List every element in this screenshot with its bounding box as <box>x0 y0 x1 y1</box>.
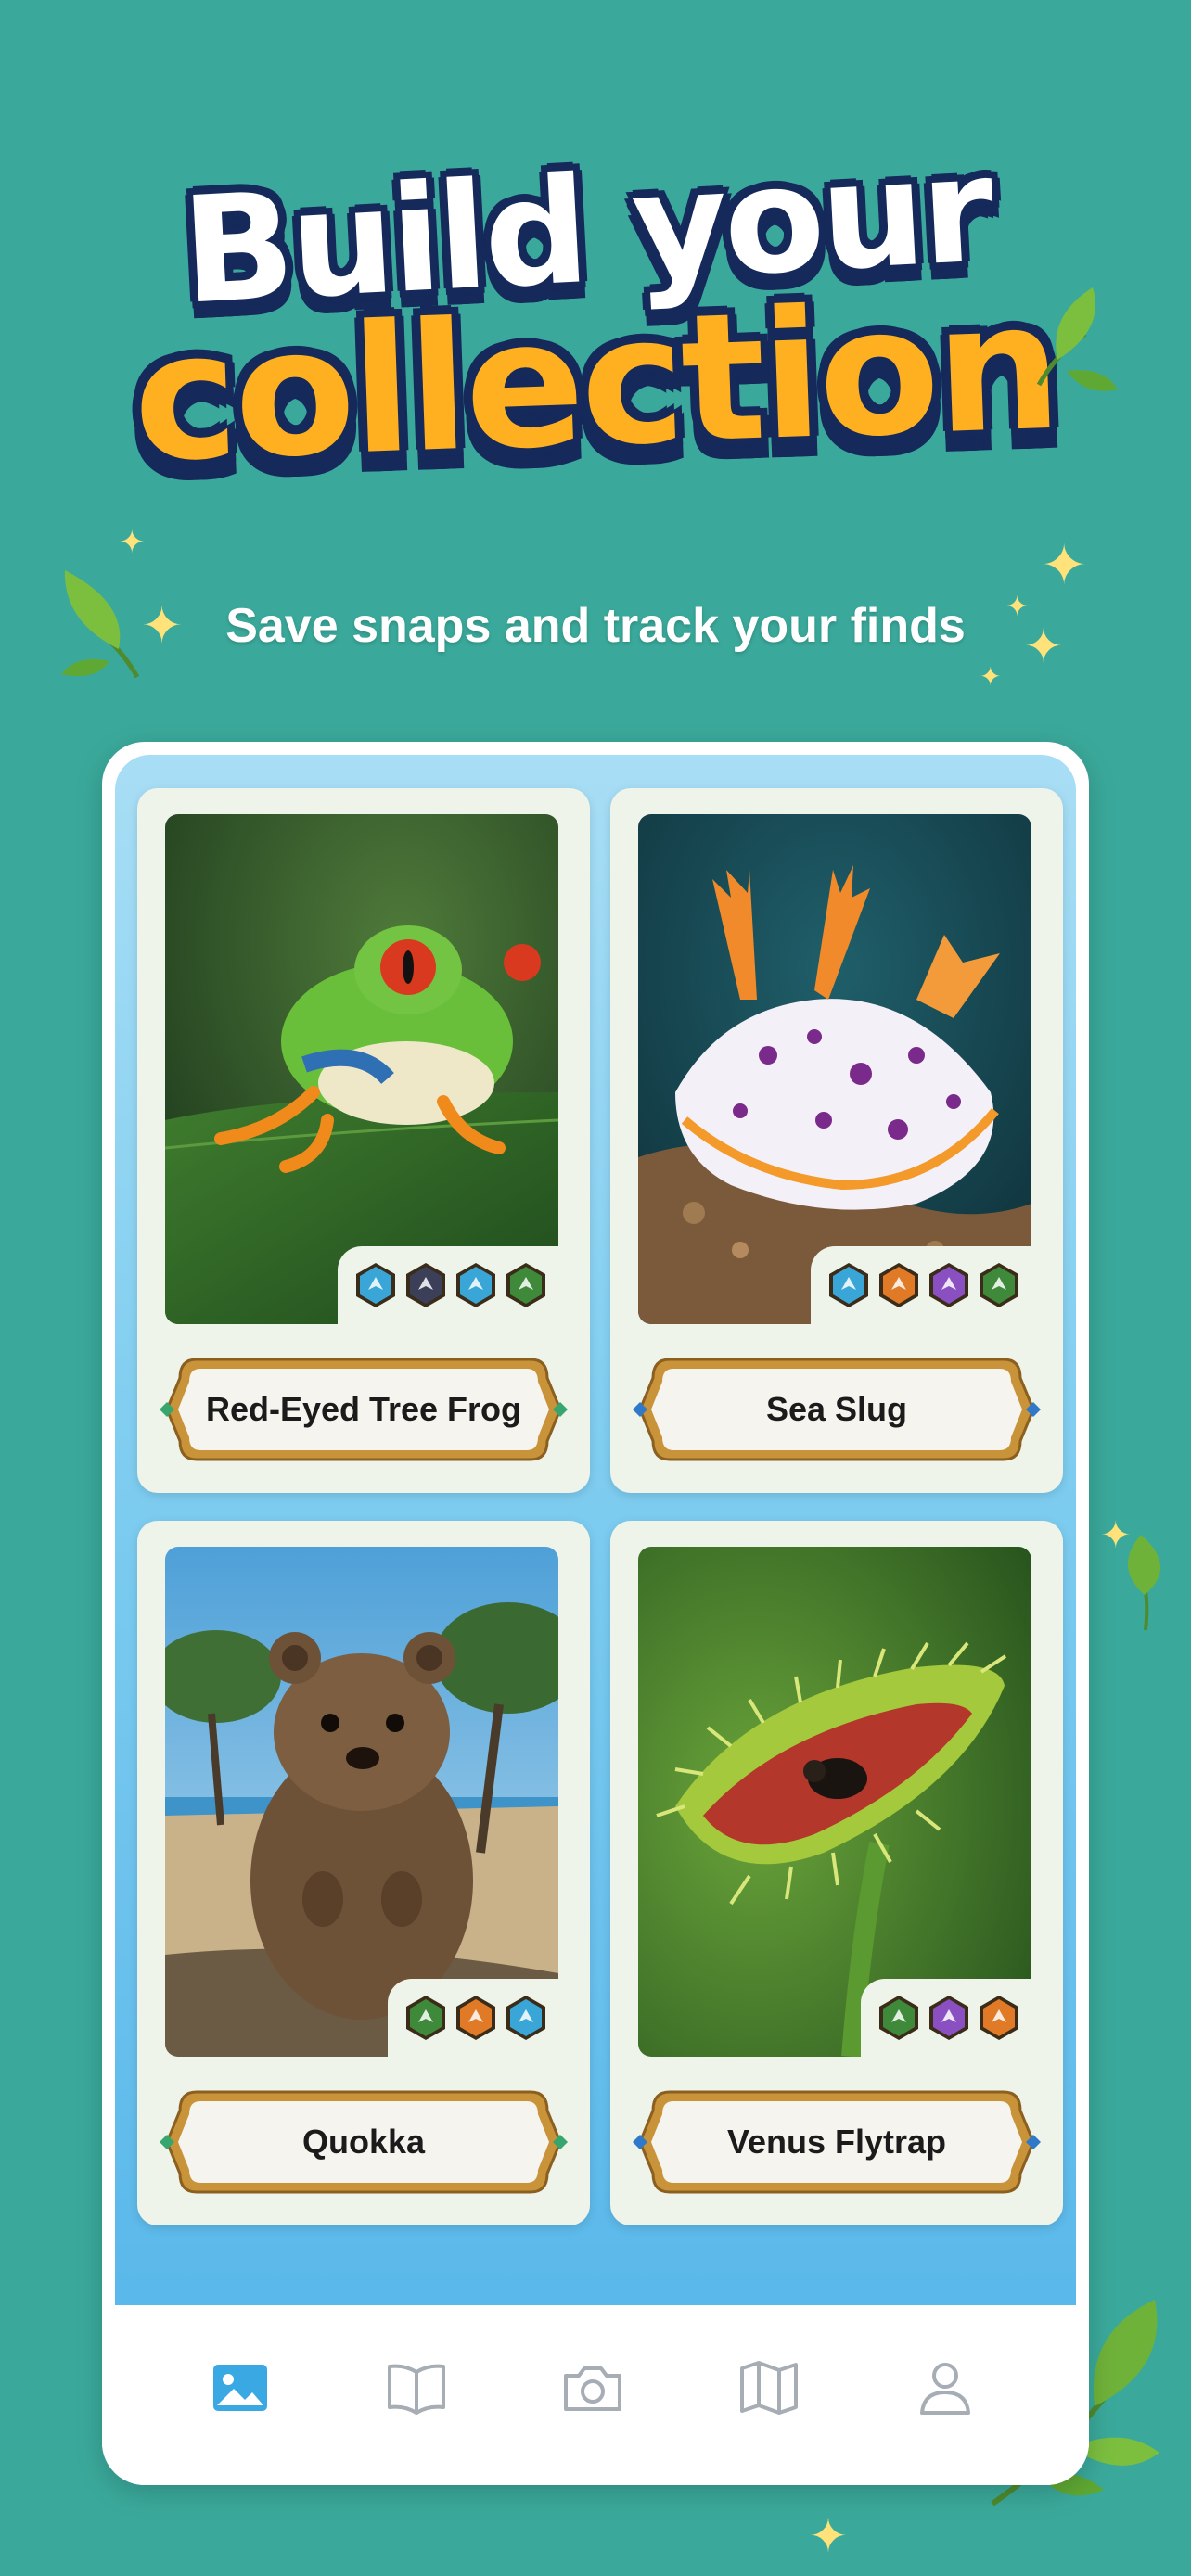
leaf-icon <box>1036 287 1118 391</box>
book-icon <box>388 2364 445 2415</box>
collection-card-red-eyed-tree-frog[interactable]: Red-Eyed Tree Frog <box>137 788 590 1493</box>
profile-icon <box>920 2363 970 2415</box>
badge-tray <box>388 1979 558 2057</box>
name-plaque: Venus Flytrap <box>633 2085 1041 2200</box>
collection-card-venus-flytrap[interactable]: Venus Flytrap <box>610 1521 1063 2225</box>
collection-item-name: Sea Slug <box>765 1390 908 1428</box>
map-icon <box>740 2361 798 2415</box>
badge-tray <box>861 1979 1031 2057</box>
tab-gallery[interactable] <box>208 2355 273 2420</box>
sparkle-icon: ✦ <box>809 2509 848 2563</box>
gallery-icon <box>213 2365 267 2411</box>
name-plaque: Sea Slug <box>633 1352 1041 1467</box>
green-badge-icon <box>506 1263 545 1307</box>
collection-item-name: Quokka <box>301 2123 426 2161</box>
orange-badge-icon <box>879 1263 918 1307</box>
camera-icon <box>564 2366 621 2411</box>
badge-tray <box>338 1246 558 1324</box>
dark-badge-icon <box>406 1263 445 1307</box>
collection-card-quokka[interactable]: Quokka <box>137 1521 590 2225</box>
purple-badge-icon <box>929 1996 968 2040</box>
collection-grid: Red-Eyed Tree Frog Sea Slug Quokka Venus… <box>115 755 1076 2305</box>
sparkle-icon: ✦ <box>141 596 184 655</box>
headline-line-2: collection <box>130 263 1061 502</box>
green-badge-icon <box>406 1996 445 2040</box>
blue-badge-icon <box>456 1263 495 1307</box>
sparkle-icon: ✦ <box>119 524 146 561</box>
collection-card-sea-slug[interactable]: Sea Slug <box>610 788 1063 1493</box>
blue-badge-icon <box>829 1263 868 1307</box>
sparkle-icon: ✦ <box>1005 591 1030 623</box>
sparkle-icon: ✦ <box>1041 533 1088 598</box>
tab-journal[interactable] <box>384 2355 449 2420</box>
green-badge-icon <box>879 1996 918 2040</box>
tab-map[interactable] <box>736 2355 801 2420</box>
tab-profile[interactable] <box>913 2355 978 2420</box>
tab-bar <box>102 2305 1089 2485</box>
orange-badge-icon <box>980 1996 1018 2040</box>
blue-badge-icon <box>506 1996 545 2040</box>
headline: Build your collection <box>0 124 1191 501</box>
name-plaque: Quokka <box>160 2085 568 2200</box>
badge-tray <box>811 1246 1031 1324</box>
collection-item-name: Red-Eyed Tree Frog <box>205 1390 522 1428</box>
phone-frame: Red-Eyed Tree Frog Sea Slug Quokka Venus… <box>102 742 1089 2485</box>
collection-item-name: Venus Flytrap <box>726 2123 947 2161</box>
purple-badge-icon <box>929 1263 968 1307</box>
orange-badge-icon <box>456 1996 495 2040</box>
sparkle-icon: ✦ <box>1024 619 1063 673</box>
name-plaque: Red-Eyed Tree Frog <box>160 1352 568 1467</box>
sparkle-icon: ✦ <box>980 661 1002 692</box>
blue-badge-icon <box>356 1263 395 1307</box>
sparkle-icon: ✦ <box>1100 1514 1132 1557</box>
green-badge-icon <box>980 1263 1018 1307</box>
tab-camera[interactable] <box>560 2355 625 2420</box>
